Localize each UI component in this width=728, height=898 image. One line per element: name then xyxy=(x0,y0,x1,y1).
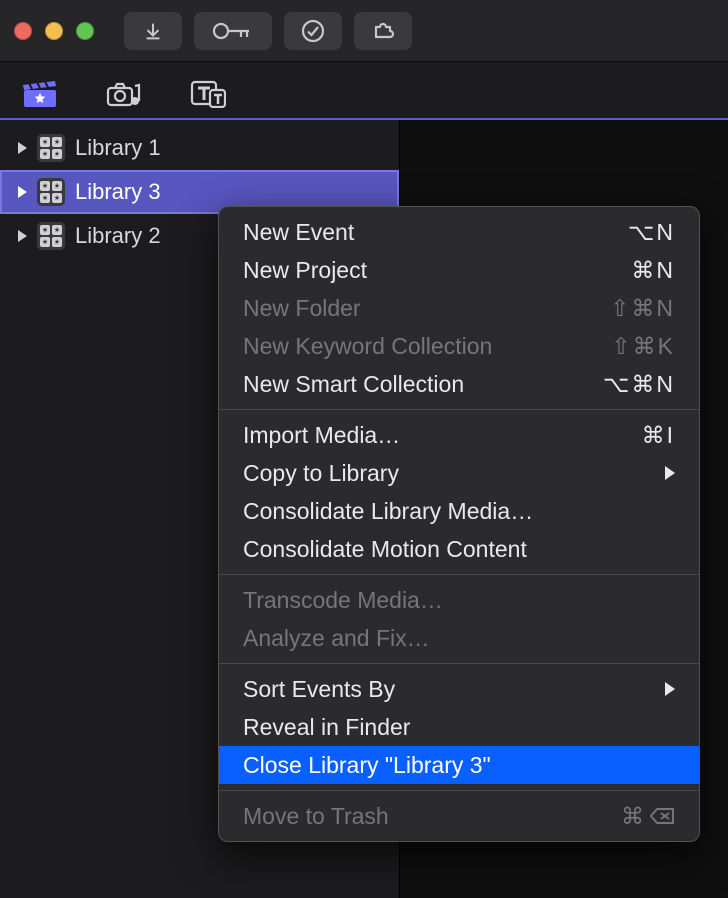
disclosure-triangle-icon[interactable] xyxy=(18,142,27,154)
menu-item-label: Sort Events By xyxy=(243,676,395,703)
menu-transcode-media: Transcode Media… xyxy=(219,581,699,619)
camera-music-icon xyxy=(106,80,142,108)
checkmark-circle-icon xyxy=(301,19,325,43)
submenu-arrow-icon xyxy=(665,466,675,480)
menu-item-label: Analyze and Fix… xyxy=(243,625,430,652)
menu-item-label: New Smart Collection xyxy=(243,371,464,398)
menu-consolidate-library-media[interactable]: Consolidate Library Media… xyxy=(219,492,699,530)
menu-new-keyword-collection: New Keyword Collection ⇧⌘K xyxy=(219,327,699,365)
menu-item-shortcut: ⌥N xyxy=(628,219,675,246)
library-context-menu: New Event ⌥N New Project ⌘N New Folder ⇧… xyxy=(218,206,700,842)
titles-icon xyxy=(190,80,226,108)
menu-item-label: Consolidate Motion Content xyxy=(243,536,527,563)
menu-close-library[interactable]: Close Library "Library 3" xyxy=(219,746,699,784)
menu-new-smart-collection[interactable]: New Smart Collection ⌥⌘N xyxy=(219,365,699,403)
window-zoom-button[interactable] xyxy=(76,22,94,40)
menu-item-shortcut: ⌘I xyxy=(642,422,675,449)
download-arrow-icon xyxy=(142,20,164,42)
menu-item-label: New Event xyxy=(243,219,354,246)
menu-separator xyxy=(219,574,699,575)
delete-key-icon xyxy=(649,807,675,825)
clapperboard-star-icon xyxy=(22,80,58,108)
menu-new-folder: New Folder ⇧⌘N xyxy=(219,289,699,327)
puzzle-piece-icon xyxy=(371,19,395,43)
menu-copy-to-library[interactable]: Copy to Library xyxy=(219,454,699,492)
menu-item-shortcut: ⌘ xyxy=(621,803,675,830)
menu-move-to-trash: Move to Trash ⌘ xyxy=(219,797,699,835)
menu-item-shortcut: ⌥⌘N xyxy=(603,371,675,398)
library-icon: ★★★★ xyxy=(37,178,65,206)
menu-item-shortcut: ⇧⌘K xyxy=(611,333,675,360)
window-titlebar xyxy=(0,0,728,62)
library-icon: ★★★★ xyxy=(37,222,65,250)
menu-separator xyxy=(219,663,699,664)
library-name: Library 2 xyxy=(75,223,161,249)
library-name: Library 1 xyxy=(75,135,161,161)
menu-new-event[interactable]: New Event ⌥N xyxy=(219,213,699,251)
window-controls xyxy=(14,22,94,40)
menu-analyze-and-fix: Analyze and Fix… xyxy=(219,619,699,657)
disclosure-triangle-icon[interactable] xyxy=(18,230,27,242)
menu-item-label: Transcode Media… xyxy=(243,587,443,614)
menu-item-label: Reveal in Finder xyxy=(243,714,410,741)
menu-separator xyxy=(219,409,699,410)
library-row[interactable]: ★★★★ Library 1 xyxy=(0,126,399,170)
menu-consolidate-motion-content[interactable]: Consolidate Motion Content xyxy=(219,530,699,568)
submenu-arrow-icon xyxy=(665,682,675,696)
menu-sort-events-by[interactable]: Sort Events By xyxy=(219,670,699,708)
window-close-button[interactable] xyxy=(14,22,32,40)
extensions-button[interactable] xyxy=(354,12,412,50)
library-name: Library 3 xyxy=(75,179,161,205)
menu-separator xyxy=(219,790,699,791)
background-tasks-button[interactable] xyxy=(284,12,342,50)
menu-item-label: Close Library "Library 3" xyxy=(243,752,491,779)
import-button[interactable] xyxy=(124,12,182,50)
disclosure-triangle-icon[interactable] xyxy=(18,186,27,198)
menu-item-label: Copy to Library xyxy=(243,460,399,487)
menu-item-label: New Keyword Collection xyxy=(243,333,492,360)
tab-titles-generators[interactable] xyxy=(190,80,226,108)
menu-import-media[interactable]: Import Media… ⌘I xyxy=(219,416,699,454)
menu-reveal-in-finder[interactable]: Reveal in Finder xyxy=(219,708,699,746)
library-icon: ★★★★ xyxy=(37,134,65,162)
menu-item-label: Import Media… xyxy=(243,422,400,449)
keyword-button[interactable] xyxy=(194,12,272,50)
key-icon xyxy=(211,21,255,41)
tab-photos-audio[interactable] xyxy=(106,80,142,108)
tab-libraries[interactable] xyxy=(22,80,58,108)
menu-item-label: Move to Trash xyxy=(243,803,389,830)
menu-item-label: Consolidate Library Media… xyxy=(243,498,533,525)
menu-new-project[interactable]: New Project ⌘N xyxy=(219,251,699,289)
window-minimize-button[interactable] xyxy=(45,22,63,40)
sidebar-tabs xyxy=(0,62,728,120)
menu-item-label: New Project xyxy=(243,257,367,284)
menu-item-shortcut: ⇧⌘N xyxy=(610,295,675,322)
menu-item-label: New Folder xyxy=(243,295,361,322)
menu-item-shortcut: ⌘N xyxy=(631,257,675,284)
